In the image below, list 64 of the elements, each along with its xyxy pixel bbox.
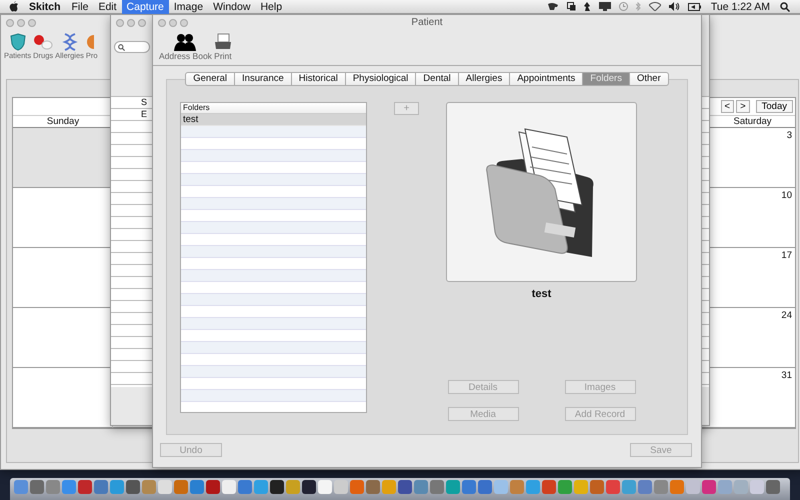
toolbar-button[interactable]: Print: [214, 33, 232, 65]
calendar-nav-button[interactable]: <: [720, 100, 734, 113]
app-icon[interactable]: [206, 480, 220, 494]
tab[interactable]: Historical: [292, 72, 346, 86]
calendar-nav-button[interactable]: >: [736, 100, 750, 113]
menu-clock[interactable]: Tue 1:22 AM: [704, 0, 776, 12]
apple-icon[interactable]: [9, 1, 19, 12]
shield-icon: [10, 33, 26, 51]
tab[interactable]: Other: [630, 72, 669, 86]
minimize-button[interactable]: [127, 19, 135, 27]
tab[interactable]: Allergies: [458, 72, 510, 86]
window-title: Patient: [411, 17, 443, 28]
day-number: 3: [786, 130, 792, 141]
folder-caption: test: [532, 288, 552, 300]
menu-item[interactable]: Window: [208, 0, 256, 14]
tab[interactable]: Appointments: [510, 72, 584, 86]
day-cell[interactable]: [13, 128, 113, 188]
battery-icon[interactable]: [688, 2, 701, 10]
menu-item[interactable]: File: [66, 0, 94, 14]
minimize-button[interactable]: [169, 19, 177, 27]
display-icon[interactable]: [598, 2, 611, 11]
day-number: 17: [781, 250, 792, 261]
clock-icon[interactable]: [618, 2, 628, 11]
windows-icon[interactable]: [566, 2, 576, 11]
menu-item[interactable]: Image: [168, 0, 208, 14]
close-button[interactable]: [116, 19, 124, 27]
app-menu[interactable]: Skitch: [23, 0, 67, 14]
zoom-button[interactable]: [138, 19, 146, 27]
bluetooth-icon[interactable]: [636, 2, 641, 11]
toolbar-button[interactable]: Address Book: [159, 33, 212, 65]
tab[interactable]: General: [185, 72, 236, 86]
day-number: 10: [781, 190, 792, 201]
volume-icon[interactable]: [668, 2, 680, 11]
menu-item[interactable]: Capture: [122, 0, 169, 14]
app-icon[interactable]: [398, 480, 412, 494]
zoom-button[interactable]: [180, 19, 188, 27]
printer-icon: [214, 33, 232, 51]
dna-icon: [62, 33, 78, 51]
day-number: 31: [781, 370, 792, 381]
close-button[interactable]: [158, 19, 166, 27]
tab[interactable]: Insurance: [235, 72, 292, 86]
folder-row[interactable]: test: [181, 114, 366, 126]
close-button[interactable]: [6, 19, 14, 27]
app-icon[interactable]: [302, 480, 316, 494]
column-header: S: [141, 97, 148, 107]
search-icon: [118, 44, 125, 50]
minimize-button[interactable]: [17, 19, 25, 27]
round-icon: [86, 33, 94, 51]
tab[interactable]: Physiological: [346, 72, 416, 86]
column-header: Folders: [181, 103, 366, 114]
search-icon[interactable]: [780, 2, 790, 12]
table-cell: E: [141, 109, 148, 119]
tab[interactable]: Dental: [416, 72, 459, 86]
zoom-button[interactable]: [28, 19, 36, 27]
pills-icon: [33, 33, 54, 51]
menu-item[interactable]: Edit: [93, 0, 122, 14]
search-field[interactable]: [114, 41, 150, 53]
app-icon[interactable]: [126, 480, 140, 494]
menu-item[interactable]: Help: [255, 0, 288, 14]
calendar-nav-button[interactable]: Today: [756, 100, 793, 113]
wifi-icon[interactable]: [648, 2, 661, 11]
people-icon: [174, 33, 196, 51]
app-icon[interactable]: [270, 480, 284, 494]
day-number: 24: [781, 310, 792, 321]
